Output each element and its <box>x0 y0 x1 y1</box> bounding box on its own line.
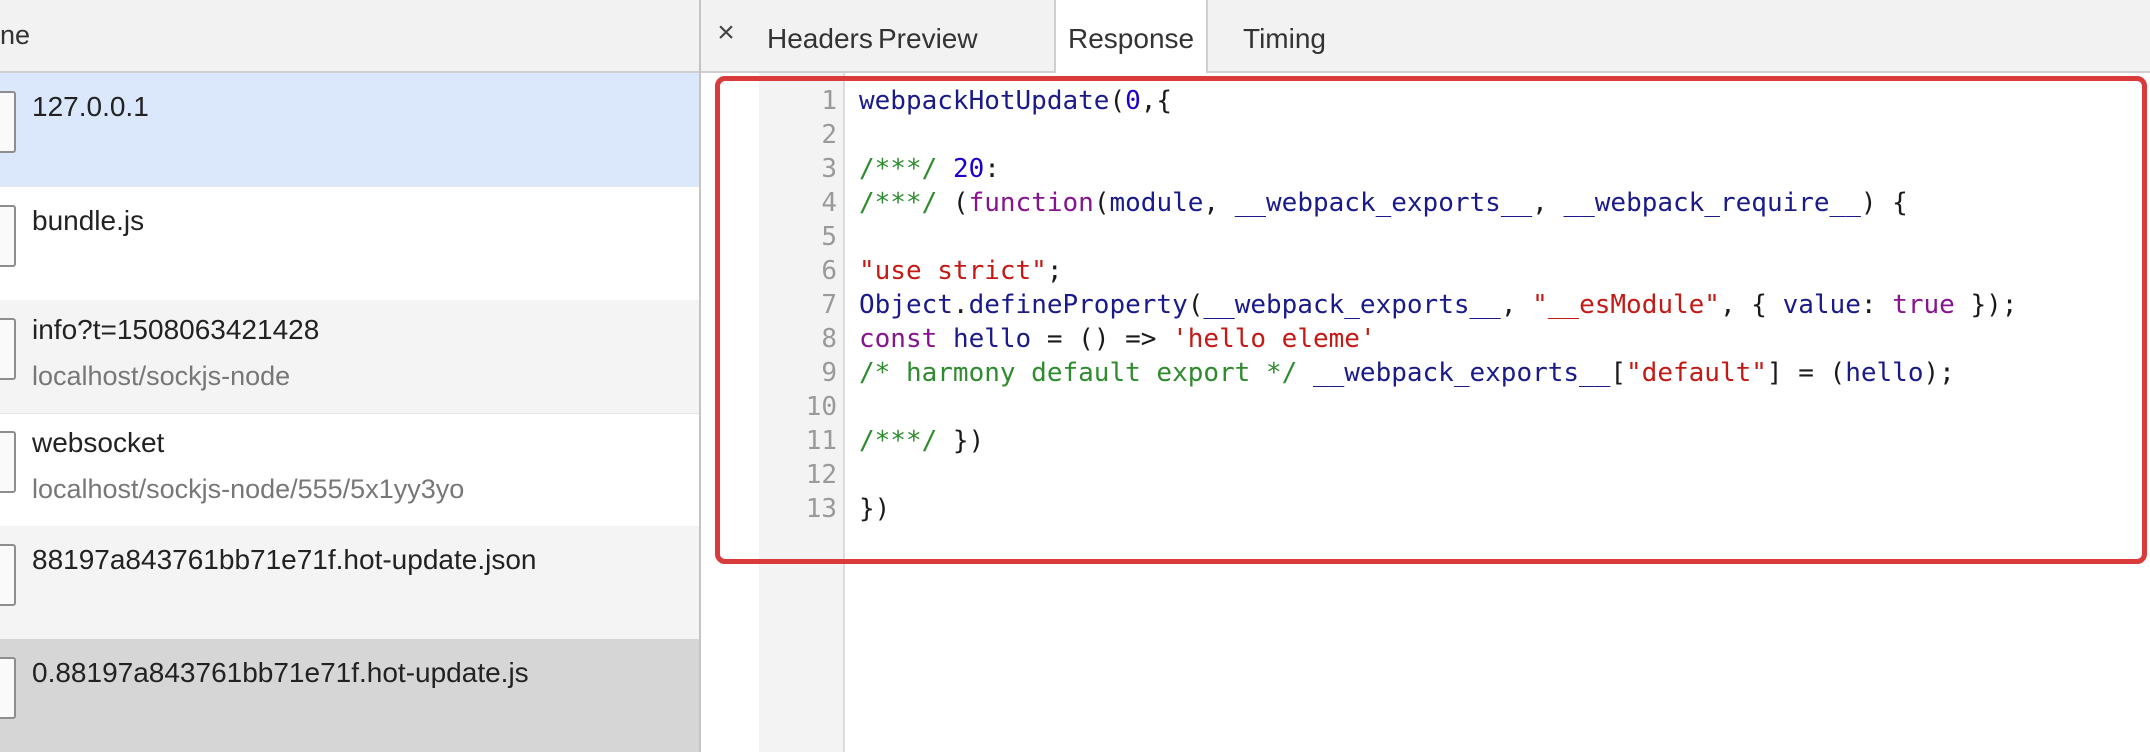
request-name: 0.88197a843761bb71e71f.hot-update.js <box>32 657 529 688</box>
request-row-hot-update-json[interactable]: 88197a843761bb71e71f.hot-update.json <box>0 526 699 640</box>
request-list-header: ne <box>0 0 699 73</box>
request-name: websocket <box>32 427 165 458</box>
document-icon <box>0 657 16 719</box>
name-column-header[interactable]: ne <box>0 20 30 51</box>
request-name: info?t=1508063421428 <box>32 314 320 345</box>
request-row-websocket[interactable]: websocket localhost/sockjs-node/555/5x1y… <box>0 413 699 527</box>
details-tab-bar: × Headers Preview Response Timing <box>701 0 2150 73</box>
tab-timing[interactable]: Timing <box>1231 0 1338 71</box>
document-icon <box>0 431 16 493</box>
request-name: bundle.js <box>32 205 145 236</box>
request-row-hot-update-js[interactable]: 0.88197a843761bb71e71f.hot-update.js <box>0 639 699 752</box>
document-icon <box>0 544 16 606</box>
request-url: localhost/sockjs-node/555/5x1yy3yo <box>32 474 465 504</box>
request-details-panel: × Headers Preview Response Timing 1 webpa… <box>701 0 2150 752</box>
request-name: 127.0.0.1 <box>32 91 149 122</box>
network-request-list: ne 127.0.0.1 bundle.js info?t=1508063421… <box>0 0 701 752</box>
document-icon <box>0 91 16 153</box>
highlight-box <box>715 76 2147 564</box>
document-icon <box>0 205 16 267</box>
tab-preview[interactable]: Preview <box>866 0 990 71</box>
request-url: localhost/sockjs-node <box>32 361 291 391</box>
close-icon[interactable]: × <box>711 16 741 50</box>
request-name: 88197a843761bb71e71f.hot-update.json <box>32 544 537 575</box>
request-row-127-0-0-1[interactable]: 127.0.0.1 <box>0 73 699 187</box>
document-icon <box>0 318 16 380</box>
request-row-bundle-js[interactable]: bundle.js <box>0 187 699 301</box>
tab-response[interactable]: Response <box>1054 0 1209 73</box>
request-row-info[interactable]: info?t=1508063421428 localhost/sockjs-no… <box>0 300 699 414</box>
